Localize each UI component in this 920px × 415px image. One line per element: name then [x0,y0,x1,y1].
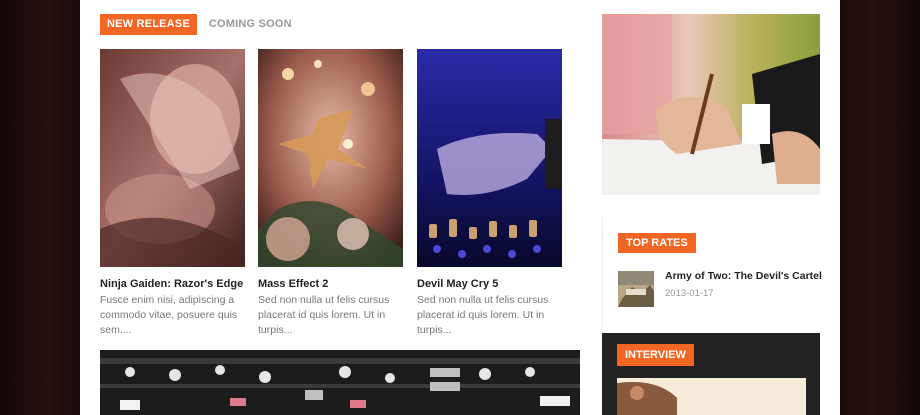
game-card: Ninja Gaiden: Razor's Edge Fusce enim ni… [100,49,245,338]
interview-label: INTERVIEW [617,344,694,366]
army-of-two-thumbnail[interactable] [618,271,654,307]
card-title[interactable]: Ninja Gaiden: Razor's Edge [100,277,245,291]
card-title[interactable]: Mass Effect 2 [258,277,403,291]
tab-new-release[interactable]: NEW RELEASE [100,14,197,35]
background-left [0,0,80,415]
top-rates-label: TOP RATES [618,233,696,253]
main-content: NEW RELEASE COMING SOON Ninja Gaiden: Ra… [80,0,840,415]
christmas-ornament-photo[interactable] [258,49,403,267]
game-card: Mass Effect 2 Sed non nulla ut felis cur… [258,49,403,338]
rate-item-title[interactable]: Army of Two: The Devil's Cartel [665,270,822,282]
mixer-banner-photo[interactable] [100,350,580,415]
card-title[interactable]: Devil May Cry 5 [417,277,562,291]
rate-item-date: 2013-01-17 [665,288,714,299]
game-card: Devil May Cry 5 Sed non nulla ut felis c… [417,49,562,338]
interview-widget: INTERVIEW [602,333,820,415]
card-excerpt: Sed non nulla ut felis cursus placerat i… [417,294,549,336]
release-tabs: NEW RELEASE COMING SOON [100,14,299,35]
tab-coming-soon[interactable]: COMING SOON [202,14,299,35]
interview-photo[interactable] [617,378,806,415]
dj-mixer-photo[interactable] [417,49,562,267]
card-excerpt: Sed non nulla ut felis cursus placerat i… [258,294,390,336]
background-right [840,0,920,415]
card-excerpt: Fusce enim nisi, adipiscing a commodo vi… [100,294,238,336]
signing-document-photo[interactable] [602,14,820,195]
hands-photo[interactable] [100,49,245,267]
top-rates-widget: TOP RATES Army of Two: The Devil's Carte… [602,217,822,327]
